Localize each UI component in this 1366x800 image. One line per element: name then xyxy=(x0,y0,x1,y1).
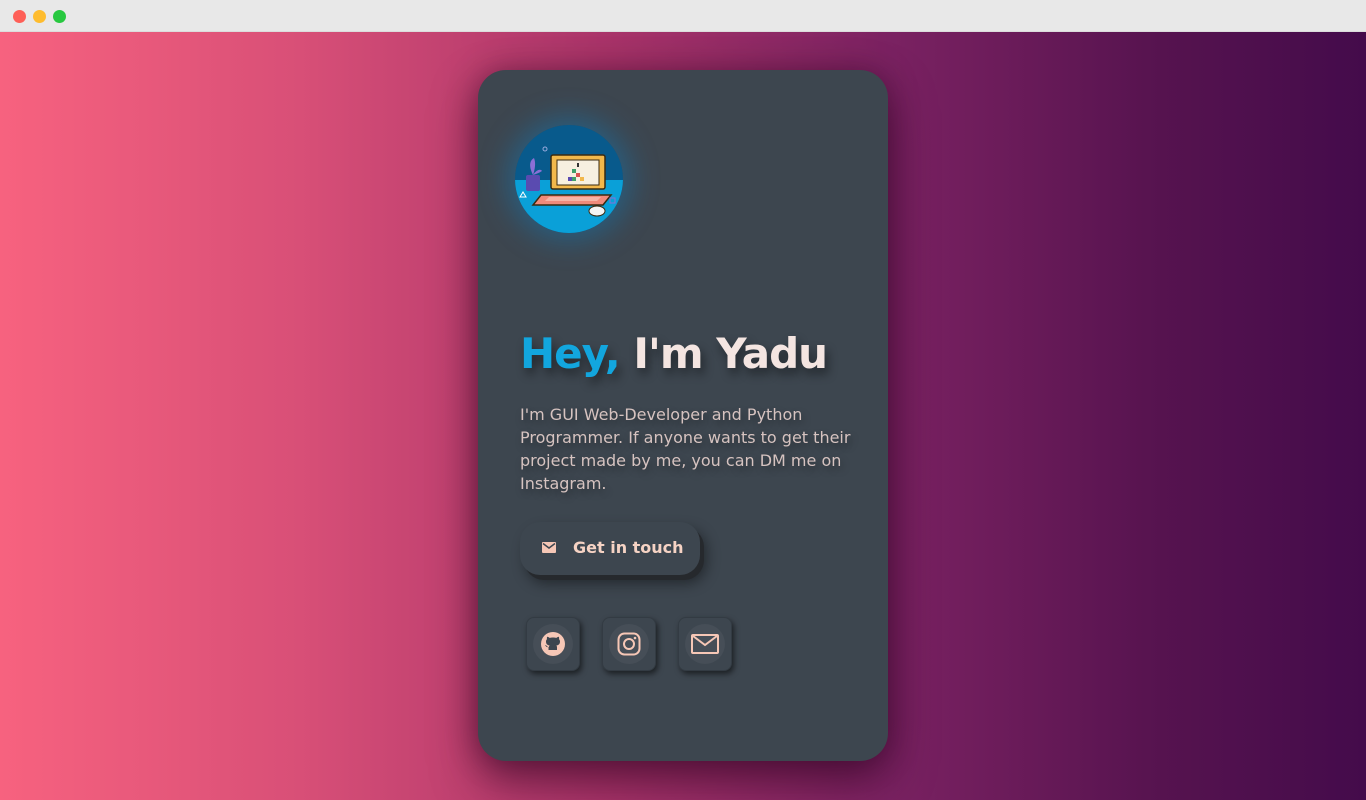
bio-text: I'm GUI Web-Developer and Python Program… xyxy=(520,405,851,493)
greeting-name: I'm Yadu xyxy=(633,329,828,378)
avatar xyxy=(515,125,623,233)
mail-icon xyxy=(691,634,719,654)
greeting-accent: Hey, xyxy=(520,329,621,378)
email-icon-circle xyxy=(685,624,725,664)
window-title-bar xyxy=(0,0,1366,32)
page-background: Hey, I'm Yadu I'm GUI Web-Developer and … xyxy=(0,32,1366,800)
github-link-button[interactable] xyxy=(526,617,580,671)
mail-icon xyxy=(542,542,556,553)
laptop-illustration-icon xyxy=(515,125,623,233)
get-in-touch-label: Get in touch xyxy=(573,538,684,557)
get-in-touch-button[interactable]: Get in touch xyxy=(520,522,700,575)
minimize-window-button[interactable] xyxy=(33,10,46,23)
email-link-button[interactable] xyxy=(678,617,732,671)
maximize-window-button[interactable] xyxy=(53,10,66,23)
instagram-icon-circle xyxy=(609,624,649,664)
github-icon xyxy=(541,632,565,656)
page-title: Hey, I'm Yadu xyxy=(520,326,828,382)
github-icon-circle xyxy=(533,624,573,664)
close-window-button[interactable] xyxy=(13,10,26,23)
profile-card: Hey, I'm Yadu I'm GUI Web-Developer and … xyxy=(478,70,888,761)
instagram-link-button[interactable] xyxy=(602,617,656,671)
instagram-icon xyxy=(617,632,641,656)
